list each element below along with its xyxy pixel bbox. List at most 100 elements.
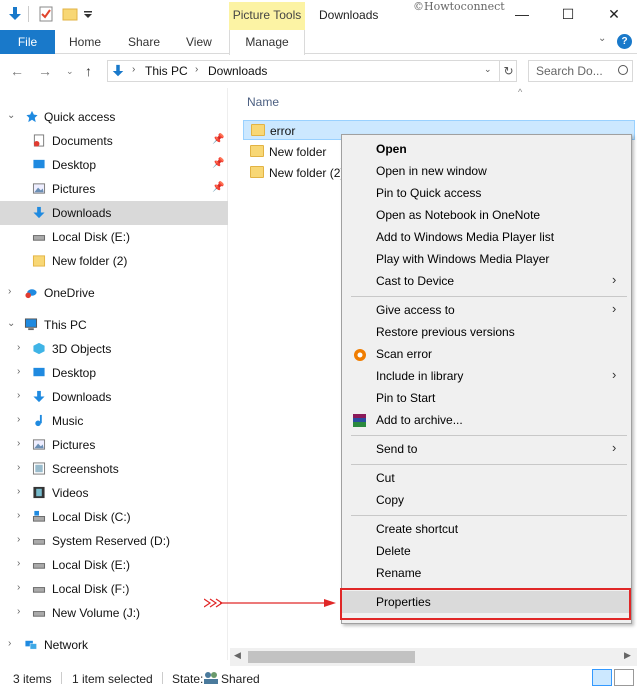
nav-item-screenshots[interactable]: › Screenshots	[0, 457, 228, 481]
menu-item-pin-to-start[interactable]: Pin to Start	[342, 387, 631, 409]
menu-item-open[interactable]: Open	[342, 138, 631, 160]
address-bar[interactable]: › This PC › Downloads ⌄	[107, 60, 517, 82]
nav-item-desktop[interactable]: Desktop 📌	[0, 153, 228, 177]
nav-item-3d-objects[interactable]: › 3D Objects	[0, 337, 228, 361]
menu-item-play-wmp[interactable]: Play with Windows Media Player	[342, 248, 631, 270]
chevron-right-icon[interactable]: ›	[17, 438, 20, 449]
scroll-right-icon[interactable]: ▶	[624, 650, 631, 661]
refresh-button[interactable]: ↻	[499, 61, 517, 81]
chevron-right-icon[interactable]: ›	[17, 558, 20, 569]
nav-item-new-folder-2[interactable]: New folder (2)	[0, 249, 228, 273]
nav-item-pc-pictures[interactable]: › Pictures	[0, 433, 228, 457]
chevron-down-icon[interactable]: ⌄	[7, 110, 15, 121]
nav-item-local-disk-f[interactable]: › Local Disk (F:)	[0, 577, 228, 601]
menu-item-cut[interactable]: Cut	[342, 467, 631, 489]
details-view-button[interactable]	[592, 669, 612, 686]
folder-icon	[250, 166, 264, 178]
menu-item-add-to-archive[interactable]: Add to archive...	[342, 409, 631, 431]
chevron-right-icon[interactable]: ›	[17, 606, 20, 617]
tab-manage[interactable]: Manage	[229, 30, 305, 55]
menu-separator	[351, 515, 627, 516]
nav-this-pc[interactable]: ⌄ This PC	[0, 313, 228, 337]
chevron-right-icon[interactable]: ›	[17, 486, 20, 497]
menu-item-pin-quick-access[interactable]: Pin to Quick access	[342, 182, 631, 204]
nav-item-downloads[interactable]: Downloads	[0, 201, 228, 225]
search-input[interactable]: Search Do...	[528, 60, 633, 82]
breadcrumb-downloads[interactable]: Downloads	[208, 64, 267, 78]
chevron-right-icon[interactable]: ›	[17, 510, 20, 521]
chevron-right-icon[interactable]: ›	[17, 390, 20, 401]
nav-item-pc-desktop[interactable]: › Desktop	[0, 361, 228, 385]
onedrive-cloud-icon	[25, 289, 37, 299]
address-dropdown-icon[interactable]: ⌄	[484, 64, 492, 75]
chevron-right-icon[interactable]: ›	[17, 534, 20, 545]
nav-item-local-disk-e[interactable]: Local Disk (E:)	[0, 225, 228, 249]
file-name: error	[270, 124, 296, 138]
menu-item-restore-versions[interactable]: Restore previous versions	[342, 321, 631, 343]
nav-item-system-reserved-d[interactable]: › System Reserved (D:)	[0, 529, 228, 553]
up-button[interactable]: ↑	[85, 63, 92, 79]
customize-toolbar-icon[interactable]	[83, 6, 93, 22]
menu-item-give-access[interactable]: Give access to ›	[342, 299, 631, 321]
expand-ribbon-icon[interactable]: ⌄	[598, 33, 606, 44]
nav-item-new-volume-j[interactable]: › New Volume (J:)	[0, 601, 228, 625]
help-icon[interactable]: ?	[617, 34, 632, 49]
menu-item-add-wmp-list[interactable]: Add to Windows Media Player list	[342, 226, 631, 248]
nav-label: 3D Objects	[52, 342, 112, 356]
menu-item-include-library[interactable]: Include in library ›	[342, 365, 631, 387]
properties-icon[interactable]	[38, 6, 54, 22]
scrollbar-thumb[interactable]	[248, 651, 415, 663]
column-header-name[interactable]: Name	[247, 95, 279, 109]
new-folder-icon[interactable]	[62, 6, 78, 22]
nav-onedrive[interactable]: › OneDrive	[0, 281, 228, 305]
tab-share[interactable]: Share	[128, 30, 160, 54]
chevron-right-icon[interactable]: ›	[17, 462, 20, 473]
tab-view[interactable]: View	[186, 30, 212, 54]
chevron-right-icon[interactable]: ›	[8, 286, 11, 297]
window-title: Downloads	[319, 8, 379, 22]
nav-item-music[interactable]: › Music	[0, 409, 228, 433]
menu-item-open-onenote[interactable]: Open as Notebook in OneNote	[342, 204, 631, 226]
menu-item-send-to[interactable]: Send to ›	[342, 438, 631, 460]
chevron-right-icon[interactable]: ›	[17, 414, 20, 425]
menu-item-rename[interactable]: Rename	[342, 562, 631, 584]
tab-file[interactable]: File	[0, 30, 55, 54]
close-button[interactable]: ✕	[604, 4, 624, 24]
recent-locations-icon[interactable]: ⌄	[66, 66, 74, 77]
menu-item-delete[interactable]: Delete	[342, 540, 631, 562]
nav-item-pictures[interactable]: Pictures 📌	[0, 177, 228, 201]
menu-item-scan-error[interactable]: Scan error	[342, 343, 631, 365]
tab-home[interactable]: Home	[69, 30, 101, 54]
red-arrow-icon	[204, 598, 336, 608]
nav-item-pc-downloads[interactable]: › Downloads	[0, 385, 228, 409]
horizontal-scrollbar[interactable]: ◀ ▶	[230, 648, 637, 666]
large-icons-view-button[interactable]	[614, 669, 634, 686]
maximize-button[interactable]: ☐	[558, 4, 578, 24]
nav-label: Local Disk (F:)	[52, 582, 130, 596]
nav-network[interactable]: › Network	[0, 633, 228, 657]
breadcrumb-this-pc[interactable]: This PC	[145, 64, 188, 78]
minimize-button[interactable]: —	[512, 4, 532, 24]
menu-item-cast-to-device[interactable]: Cast to Device ›	[342, 270, 631, 292]
chevron-right-icon[interactable]: ›	[17, 582, 20, 593]
nav-quick-access[interactable]: ⌄ Quick access	[0, 105, 228, 129]
nav-item-pc-local-disk-e[interactable]: › Local Disk (E:)	[0, 553, 228, 577]
chevron-right-icon[interactable]: ›	[17, 342, 20, 353]
folder-icon	[251, 124, 265, 136]
download-arrow-icon[interactable]	[7, 6, 23, 22]
chevron-down-icon[interactable]: ⌄	[7, 318, 15, 329]
chevron-right-icon[interactable]: ›	[8, 638, 11, 649]
breadcrumb-separator[interactable]: ›	[195, 64, 198, 75]
breadcrumb-separator[interactable]: ›	[132, 64, 135, 75]
scroll-left-icon[interactable]: ◀	[234, 650, 241, 661]
menu-separator	[351, 435, 627, 436]
menu-item-copy[interactable]: Copy	[342, 489, 631, 511]
menu-item-open-new-window[interactable]: Open in new window	[342, 160, 631, 182]
back-button[interactable]: ←	[10, 63, 24, 79]
chevron-right-icon[interactable]: ›	[17, 366, 20, 377]
nav-item-videos[interactable]: › Videos	[0, 481, 228, 505]
forward-button[interactable]: →	[38, 63, 52, 79]
nav-item-local-disk-c[interactable]: › Local Disk (C:)	[0, 505, 228, 529]
nav-item-documents[interactable]: Documents 📌	[0, 129, 228, 153]
menu-item-create-shortcut[interactable]: Create shortcut	[342, 518, 631, 540]
